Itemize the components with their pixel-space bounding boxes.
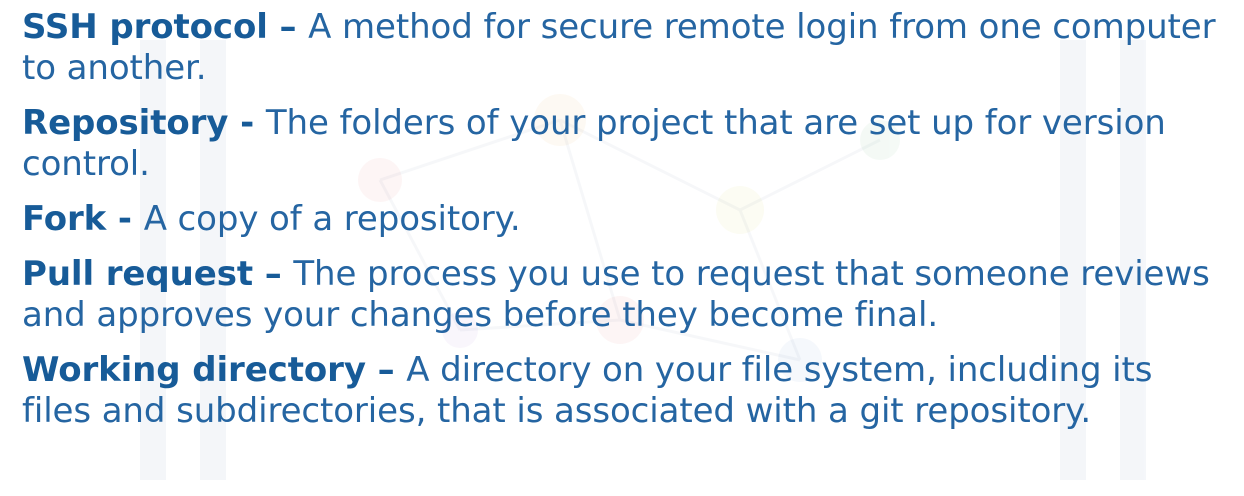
glossary-entry-ssh-protocol: SSH protocol – A method for secure remot… xyxy=(22,7,1232,89)
glossary-definition: A copy of a repository. xyxy=(143,199,521,239)
glossary-separator: - xyxy=(106,199,144,239)
glossary-term: Working directory xyxy=(22,350,366,390)
glossary-entry-repository: Repository - The folders of your project… xyxy=(22,103,1232,185)
glossary-term: Fork xyxy=(22,199,107,239)
glossary-list: SSH protocol – A method for secure remot… xyxy=(0,0,1232,432)
glossary-entry-fork: Fork - A copy of a repository. xyxy=(22,199,1232,240)
glossary-entry-pull-request: Pull request – The process you use to re… xyxy=(22,254,1232,336)
glossary-separator: – xyxy=(365,350,407,390)
glossary-separator: - xyxy=(228,103,266,143)
glossary-term: Pull request xyxy=(22,254,253,294)
glossary-separator: – xyxy=(253,254,294,294)
glossary-entry-working-directory: Working directory – A directory on your … xyxy=(22,350,1232,432)
glossary-separator: – xyxy=(267,7,309,47)
glossary-term: Repository xyxy=(22,103,229,143)
glossary-term: SSH protocol xyxy=(22,7,268,47)
